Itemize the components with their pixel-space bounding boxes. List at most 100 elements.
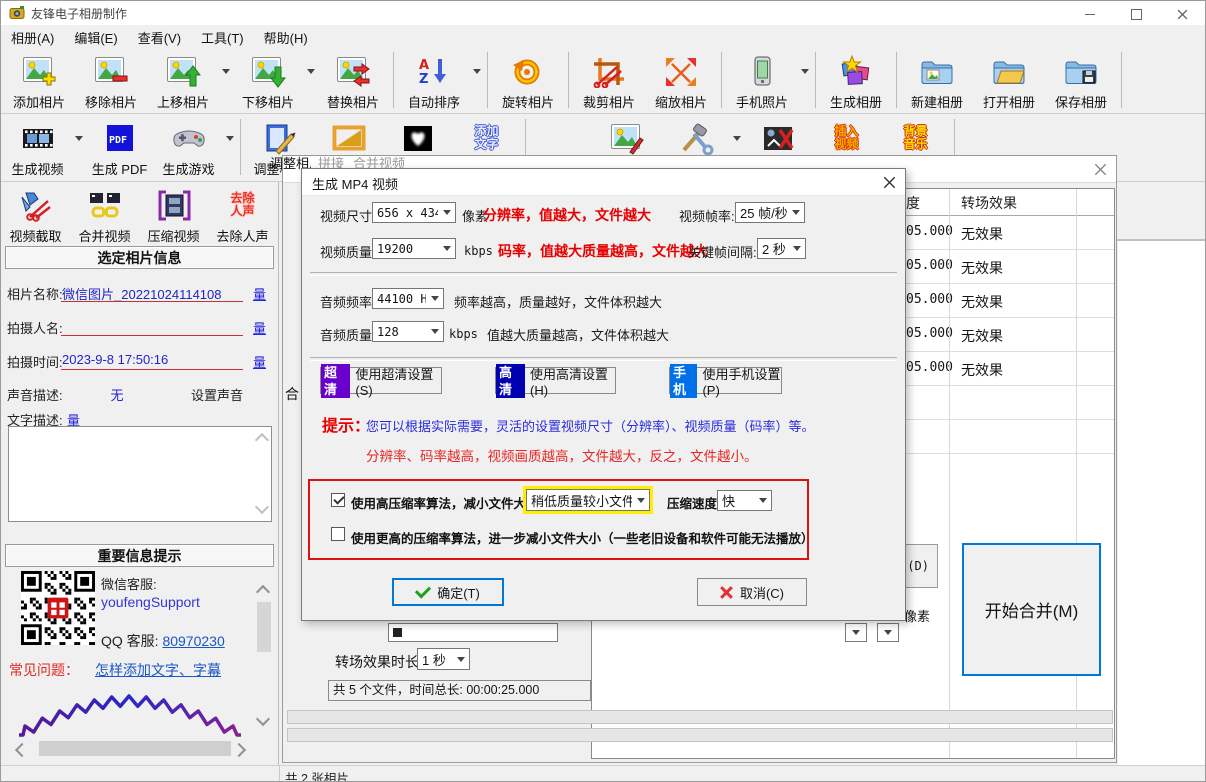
dropdown-arrow-icon[interactable] — [219, 50, 232, 92]
toolbar-separator — [240, 119, 241, 175]
toolbar-item-裁剪相片[interactable]: 裁剪相片 — [573, 50, 645, 111]
faq-link[interactable]: 怎样添加文字、字幕 — [95, 660, 221, 680]
toolbar-item-打开相册[interactable]: 打开相册 — [973, 50, 1045, 111]
toolbar-item-label: 手机照片 — [736, 92, 788, 111]
toolbar-item-tools[interactable] — [661, 117, 730, 159]
phone-preset-button[interactable]: 手机 使用手机设置(P) — [669, 367, 782, 394]
phone-label: 使用手机设置(P) — [702, 364, 781, 398]
dropdown-arrow-icon[interactable] — [223, 117, 236, 159]
minimize-button[interactable] — [1067, 1, 1113, 27]
width-spinner-fragment[interactable] — [845, 623, 867, 642]
close-button[interactable] — [1159, 1, 1205, 27]
compression-speed-label: 压缩速度: — [667, 493, 721, 512]
merge-window-close-icon[interactable] — [1092, 161, 1108, 177]
photographer-field: 拍摄人名: 量 — [1, 316, 279, 340]
scroll-left-arrow[interactable] — [17, 743, 27, 758]
compression-speed-combo[interactable]: 快 — [717, 490, 772, 511]
toolbar-item-生成 PDF[interactable]: PDF生成 PDF — [85, 117, 154, 178]
qr-code — [21, 571, 95, 645]
toolbar-item-合并视频[interactable]: 合并视频 — [70, 184, 139, 245]
ok-button[interactable]: 确定(T) — [392, 578, 504, 606]
toolbar-item-上移相片[interactable]: 上移相片 — [147, 50, 219, 111]
shoot-time-batch-link[interactable]: 量 — [253, 352, 266, 371]
toolbar-item-新建相册[interactable]: 新建相册 — [901, 50, 973, 111]
toolbar-item-生成相册[interactable]: 生成相册 — [820, 50, 892, 111]
video-size-combo[interactable]: 656 x 434 — [372, 202, 456, 223]
mp4-dialog-titlebar: 生成 MP4 视频 — [302, 169, 905, 196]
toolbar-separator — [721, 52, 722, 108]
text-description-input[interactable] — [8, 426, 272, 522]
higher-compression-checkbox[interactable] — [331, 527, 345, 541]
toolbar-item-下移相片[interactable]: 下移相片 — [232, 50, 304, 111]
photo-down-icon — [250, 50, 286, 92]
toolbar-item-替换相片[interactable]: 替换相片 — [317, 50, 389, 111]
dropdown-arrow-icon[interactable] — [304, 50, 317, 92]
toolbar-item-label: 保存相册 — [1055, 92, 1107, 111]
scroll-up-arrow[interactable] — [258, 585, 268, 600]
toolbar-item-添加相片[interactable]: 添加相片 — [3, 50, 75, 111]
wechat-service-label: 微信客服: — [101, 574, 157, 593]
sound-none-link[interactable]: 无 — [97, 385, 137, 404]
ultra-hd-preset-button[interactable]: 超清 使用超清设置(S) — [320, 367, 442, 394]
audio-quality-label: 音频质量: — [320, 325, 376, 344]
toolbar-item-stack[interactable]: 背景音乐 — [881, 117, 950, 159]
ok-label: 确定(T) — [437, 583, 480, 602]
row-effect: 无效果 — [961, 292, 1003, 312]
cancel-button[interactable]: 取消(C) — [697, 578, 807, 606]
qq-service-link[interactable]: 80970230 — [162, 633, 224, 649]
high-compression-checkbox[interactable] — [331, 493, 345, 507]
photo-replace-icon — [335, 50, 371, 92]
video-quality-combo[interactable]: 19200 — [372, 238, 456, 259]
scrollbar-thumb[interactable] — [257, 602, 271, 652]
photographer-batch-link[interactable]: 量 — [253, 318, 266, 337]
set-sound-link[interactable]: 设置声音 — [191, 385, 243, 404]
row-duration: 05.000 — [906, 292, 953, 307]
toolbar-item-av-settings[interactable] — [743, 117, 812, 159]
toolbar-item-pic-edit[interactable] — [592, 117, 661, 159]
tip-line2: 分辨率、码率越高，视频画质越高，文件越大，反之，文件越小。 — [366, 445, 758, 465]
height-spinner-fragment[interactable] — [877, 623, 899, 642]
toolbar-item-去除人声[interactable]: 去除人声去除人声 — [208, 184, 277, 245]
thumbnail-strip-area — [1117, 182, 1206, 241]
mp4-dialog-close-icon[interactable] — [881, 174, 897, 190]
pic-edit-icon — [609, 117, 645, 159]
sound-desc-field: 声音描述: 无 设置声音 — [1, 383, 279, 407]
row-duration: 05.000 — [906, 326, 953, 341]
photo-up-icon — [165, 50, 201, 92]
scroll-down-arrow[interactable] — [258, 712, 268, 727]
toolbar-item-手机照片[interactable]: 手机照片 — [726, 50, 798, 111]
horizontal-scrollbar[interactable] — [39, 741, 231, 756]
toolbar-item-保存相册[interactable]: 保存相册 — [1045, 50, 1117, 111]
photo-name-batch-link[interactable]: 量 — [253, 284, 266, 303]
shoot-time-value[interactable]: 2023-9-8 17:50:16 — [62, 352, 242, 367]
toolbar-item-压缩视频[interactable]: 压缩视频 — [139, 184, 208, 245]
keyframe-combo[interactable]: 2 秒 — [757, 238, 806, 259]
album-icon — [838, 50, 874, 92]
quality-level-combo[interactable]: 稍低质量较小文件 — [526, 489, 650, 511]
dropdown-arrow-icon[interactable] — [72, 117, 85, 159]
start-merge-button[interactable]: 开始合并(M) — [962, 543, 1101, 676]
toolbar-item-视频截取[interactable]: 视频截取 — [1, 184, 70, 245]
dropdown-arrow-icon[interactable] — [470, 50, 483, 92]
maximize-button[interactable] — [1113, 1, 1159, 27]
transition-duration-combo[interactable]: 1 秒 — [417, 648, 470, 670]
toolbar-item-label: 移除相片 — [85, 92, 137, 111]
toolbar-item-旋转相片[interactable]: 旋转相片 — [492, 50, 564, 111]
input-underline — [61, 301, 243, 302]
toolbar-item-移除相片[interactable]: 移除相片 — [75, 50, 147, 111]
toolbar-item-生成游戏[interactable]: 生成游戏 — [154, 117, 223, 178]
toolbar-item-缩放相片[interactable]: 缩放相片 — [645, 50, 717, 111]
shoot-time-label: 拍摄时间: — [7, 352, 63, 371]
dropdown-arrow-icon[interactable] — [730, 117, 743, 159]
fps-combo[interactable]: 25 帧/秒 — [735, 202, 805, 223]
toolbar-item-自动排序[interactable]: AZ自动排序 — [398, 50, 470, 111]
hd-preset-button[interactable]: 高清 使用高清设置(H) — [495, 367, 616, 394]
qq-service-row: QQ 客服: 80970230 — [101, 631, 225, 651]
toolbar-item-stack[interactable]: 插入视频 — [812, 117, 881, 159]
audio-quality-combo[interactable]: 128 — [372, 321, 444, 342]
dropdown-arrow-icon[interactable] — [798, 50, 811, 92]
toolbar-separator — [896, 52, 897, 108]
toolbar-item-生成视频[interactable]: 生成视频 — [3, 117, 72, 178]
scroll-right-arrow[interactable] — [234, 743, 244, 758]
audio-freq-combo[interactable]: 44100 Hz — [372, 288, 444, 309]
